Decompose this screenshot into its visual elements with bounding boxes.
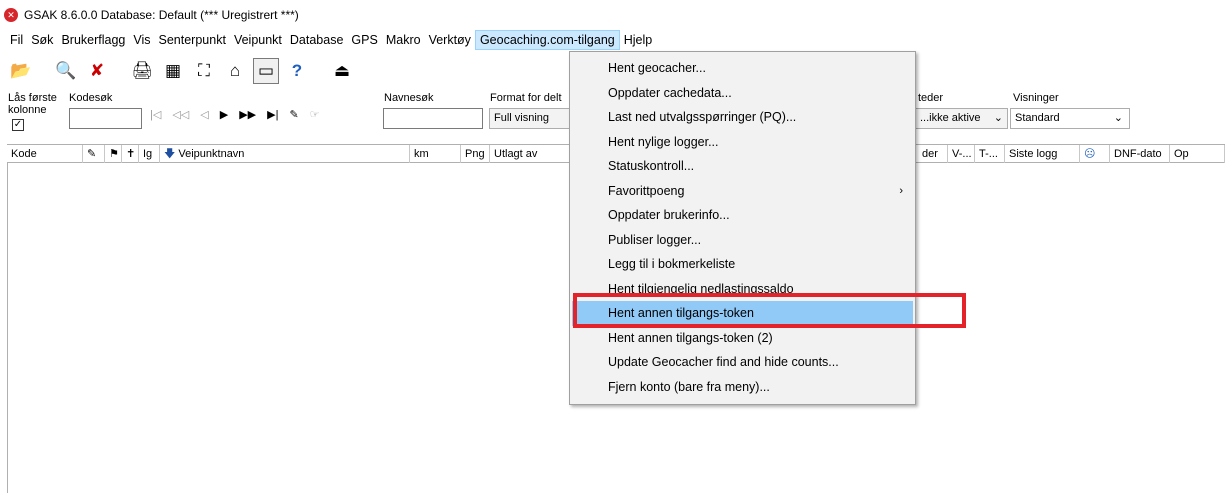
menu-verktoy[interactable]: Verktøy (425, 30, 475, 50)
places-label: teder (918, 92, 944, 104)
pointer-icon[interactable]: ☞ (310, 108, 320, 121)
menu-item-last-ned-pq[interactable]: Last ned utvalgsspørringer (PQ)... (570, 105, 915, 130)
filter-icon[interactable]: ⛶ (191, 58, 217, 84)
column-veipunktnavn[interactable]: 🡇 Veipunktnavn (160, 145, 410, 163)
menu-item-hent-geocacher[interactable]: Hent geocacher... (570, 56, 915, 81)
column-veipunktnavn-label: Veipunktnavn (178, 148, 245, 160)
column-km[interactable]: km (410, 145, 461, 163)
menu-brukerflagg[interactable]: Brukerflagg (57, 30, 129, 50)
lock-column-checkbox[interactable]: ✓ (12, 119, 24, 131)
column-dnf-icon[interactable]: ☹ (1080, 145, 1110, 163)
column-ig[interactable]: Ig (139, 145, 160, 163)
menu-item-update-geocacher-counts[interactable]: Update Geocacher find and hide counts... (570, 350, 915, 375)
help-icon[interactable]: ? (284, 58, 310, 84)
next-record-icon[interactable]: ▶ (220, 108, 228, 121)
column-siste-logg[interactable]: Siste logg (1005, 145, 1080, 163)
geocaching-menu-dropdown: Hent geocacher... Oppdater cachedata... … (569, 51, 916, 405)
eraser-icon[interactable]: ✎ (289, 108, 298, 121)
menu-bar: Fil Søk Brukerflagg Vis Senterpunkt Veip… (0, 30, 1225, 50)
grid-view-icon[interactable]: ▦ (160, 58, 186, 84)
format-label: Format for delt (490, 92, 562, 104)
column-t[interactable]: T-... (975, 145, 1005, 163)
annotation-highlight-box (573, 293, 966, 328)
menu-gps[interactable]: GPS (347, 30, 381, 50)
name-search-input[interactable] (383, 108, 483, 129)
print-icon[interactable]: 🖨 (129, 58, 155, 84)
menu-item-oppdater-cachedata[interactable]: Oppdater cachedata... (570, 81, 915, 106)
menu-veipunkt[interactable]: Veipunkt (230, 30, 286, 50)
window-icon[interactable]: ▭ (253, 58, 279, 84)
column-flag-icon[interactable]: ⚑ (105, 145, 122, 163)
next-page-icon[interactable]: ▶▶ (239, 108, 256, 121)
title-bar: ✕ GSAK 8.6.0.0 Database: Default (*** Ur… (0, 0, 1225, 30)
menu-item-fjern-konto[interactable]: Fjern konto (bare fra meny)... (570, 375, 915, 400)
views-label: Visninger (1013, 92, 1059, 104)
menu-item-statuskontroll[interactable]: Statuskontroll... (570, 154, 915, 179)
lock-column-label: Lås første kolonne (8, 92, 57, 116)
home-icon[interactable]: ⌂ (222, 58, 248, 84)
sort-down-icon: 🡇 (164, 148, 176, 160)
first-record-icon[interactable]: |◁ (150, 108, 161, 121)
chevron-down-icon: ⌄ (993, 112, 1003, 124)
menu-database[interactable]: Database (286, 30, 348, 50)
menu-item-legg-til-bokmerkeliste[interactable]: Legg til i bokmerkeliste (570, 252, 915, 277)
open-folder-icon[interactable]: 📂 (8, 58, 34, 84)
column-v[interactable]: V-... (948, 145, 975, 163)
places-value: ...ikke aktive (920, 112, 981, 124)
column-edit-icon[interactable]: ✎ (83, 145, 105, 163)
column-der[interactable]: der (918, 145, 948, 163)
last-record-icon[interactable]: ▶| (267, 108, 278, 121)
views-value: Standard (1015, 112, 1060, 124)
delete-icon[interactable]: ✘ (84, 58, 110, 84)
menu-item-hent-nylige-logger[interactable]: Hent nylige logger... (570, 130, 915, 155)
navigation-buttons: |◁ ◁◁ ◁ ▶ ▶▶ ▶| ✎ ☞ (150, 108, 320, 121)
window-title: GSAK 8.6.0.0 Database: Default (*** Ureg… (24, 8, 299, 22)
submenu-arrow-icon: › (899, 184, 903, 197)
column-person-icon[interactable]: ✝ (122, 145, 139, 163)
chevron-down-icon: ⌄ (1113, 112, 1123, 124)
menu-vis[interactable]: Vis (129, 30, 154, 50)
name-search-label: Navnesøk (384, 92, 434, 104)
format-select[interactable]: Full visning (489, 108, 571, 129)
gsak-logo-icon: ✕ (4, 8, 18, 22)
prev-record-icon[interactable]: ◁ (200, 108, 208, 121)
column-op[interactable]: Op (1170, 145, 1225, 163)
exit-icon[interactable]: ⏏ (329, 58, 355, 84)
menu-item-hent-annen-tilgangs-token-2[interactable]: Hent annen tilgangs-token (2) (570, 326, 915, 351)
code-search-label: Kodesøk (69, 92, 113, 104)
menu-makro[interactable]: Makro (382, 30, 425, 50)
code-search-input[interactable] (69, 108, 142, 129)
menu-item-favorittpoeng[interactable]: Favorittpoeng › (570, 179, 915, 204)
print-preview-icon[interactable]: 🔍 (53, 58, 79, 84)
views-select[interactable]: Standard ⌄ (1010, 108, 1130, 129)
menu-geocaching-tilgang[interactable]: Geocaching.com-tilgang (474, 30, 620, 50)
menu-fil[interactable]: Fil (6, 30, 27, 50)
menu-senterpunkt[interactable]: Senterpunkt (155, 30, 230, 50)
menu-sok[interactable]: Søk (27, 30, 57, 50)
column-dnf-dato[interactable]: DNF-dato (1110, 145, 1170, 163)
column-utlagt-av[interactable]: Utlagt av (490, 145, 580, 163)
menu-item-favorittpoeng-label: Favorittpoeng (608, 183, 685, 198)
column-png[interactable]: Png (461, 145, 490, 163)
menu-item-publiser-logger[interactable]: Publiser logger... (570, 228, 915, 253)
places-select[interactable]: ...ikke aktive ⌄ (916, 108, 1008, 129)
menu-hjelp[interactable]: Hjelp (620, 30, 657, 50)
prev-page-icon[interactable]: ◁◁ (172, 108, 189, 121)
column-kode[interactable]: Kode (7, 145, 83, 163)
menu-item-oppdater-brukerinfo[interactable]: Oppdater brukerinfo... (570, 203, 915, 228)
